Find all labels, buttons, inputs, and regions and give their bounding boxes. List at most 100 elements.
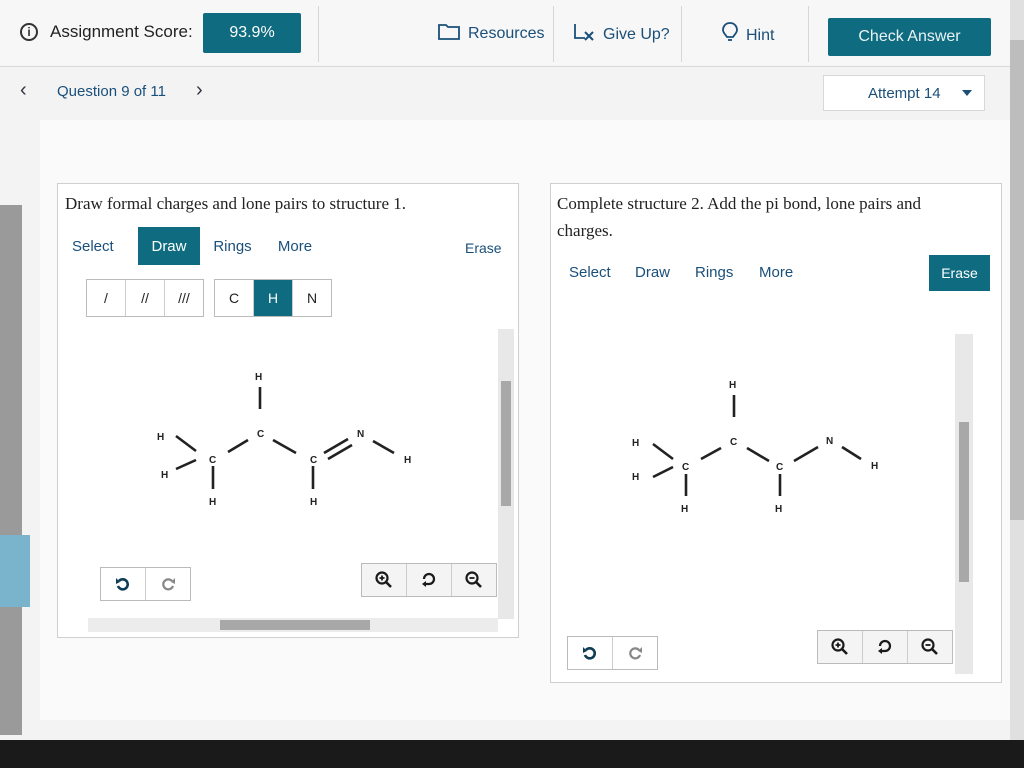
nitrogen-atom-button[interactable]: N [293,280,331,316]
bond-line [652,442,674,461]
atom-c: C [776,462,783,473]
bond-line [227,438,249,454]
erase-button[interactable]: Erase [465,240,502,256]
zoom-out-icon[interactable] [908,631,952,663]
single-bond-button[interactable]: / [87,280,126,316]
atom-c: C [209,455,216,466]
structure-1-panel: Draw formal charges and lone pairs to st… [57,183,519,638]
previous-question-icon[interactable]: ‹ [20,79,27,102]
top-toolbar: i Assignment Score: 93.9% Resources Give… [0,0,1010,67]
question-bar: ‹ Question 9 of 11 › Attempt 14 [0,67,1010,119]
undo-icon[interactable] [568,637,613,669]
atom-h: H [209,497,216,508]
score-value: 93.9% [203,13,301,53]
atom-h: H [255,372,262,383]
screen: i Assignment Score: 93.9% Resources Give… [0,0,1024,740]
zoom-in-icon[interactable] [362,564,407,596]
bond-line [175,458,197,471]
more-tool[interactable]: More [759,264,819,281]
undo-redo-group [100,567,191,601]
redo-icon[interactable] [613,637,657,669]
bond-line [700,446,722,461]
resources-label: Resources [468,24,545,42]
draw-tool[interactable]: Draw [138,227,200,265]
atom-n: N [826,436,833,447]
resources-button[interactable]: Resources [438,22,544,45]
atom-c: C [682,462,689,473]
zoom-in-icon[interactable] [818,631,863,663]
atom-h: H [157,432,164,443]
bond-line [175,434,197,453]
atom-h: H [404,455,411,466]
atom-buttons: C H N [214,279,332,317]
lightbulb-icon [722,22,738,49]
draw-tool[interactable]: Draw [635,264,695,281]
bond-line [841,445,862,461]
give-up-label: Give Up? [603,25,670,43]
vertical-scrollbar[interactable] [955,334,973,674]
next-question-icon[interactable]: › [196,79,203,102]
hint-label: Hint [746,26,775,44]
bond-line [793,445,819,463]
atom-h: H [632,472,639,483]
carbon-atom-button[interactable]: C [215,280,254,316]
zoom-group [361,563,497,597]
atom-h: H [871,461,878,472]
structure-2-panel: Complete structure 2. Add the pi bond, l… [550,183,1002,683]
info-icon[interactable]: i [20,23,38,41]
atom-n: N [357,429,364,440]
divider [318,6,319,62]
structure-1-prompt: Draw formal charges and lone pairs to st… [65,194,406,213]
divider [681,6,682,62]
scrollbar-thumb[interactable] [220,620,370,630]
bond-line [272,438,297,455]
vertical-scrollbar[interactable] [498,329,514,619]
question-counter: Question 9 of 11 [57,83,166,100]
give-up-icon [573,22,595,47]
triple-bond-button[interactable]: /// [165,280,203,316]
horizontal-scrollbar[interactable] [88,618,498,632]
double-bond-button[interactable]: // [126,280,165,316]
scrollbar-thumb[interactable] [959,422,969,582]
divider [553,6,554,62]
atom-h: H [681,504,688,515]
hydrogen-atom-button[interactable]: H [254,280,293,316]
zoom-group [817,630,953,664]
give-up-button[interactable]: Give Up? [573,22,670,47]
structure-2-prompt: Complete structure 2. Add the pi bond, l… [557,194,922,240]
scrollbar-thumb[interactable] [501,381,511,506]
attempt-dropdown[interactable]: Attempt 14 [823,75,985,111]
scrollbar-thumb[interactable] [1010,40,1024,520]
redo-icon[interactable] [146,568,190,600]
structure-1-toolbar: Select Draw Rings More [72,227,325,265]
atom-c: C [257,429,264,440]
atom-c: C [310,455,317,466]
bond-line [652,465,674,479]
atom-h: H [775,504,782,515]
left-scrollbar[interactable] [0,205,22,735]
zoom-reset-icon[interactable] [863,631,908,663]
folder-icon [438,22,460,45]
zoom-out-icon[interactable] [452,564,496,596]
attempt-label: Attempt 14 [868,85,941,102]
zoom-reset-icon[interactable] [407,564,452,596]
atom-h: H [632,438,639,449]
more-tool[interactable]: More [265,238,325,255]
erase-button[interactable]: Erase [929,255,990,291]
atom-h: H [729,380,736,391]
monitor-bezel [0,740,1024,768]
right-scrollbar[interactable] [1010,0,1024,740]
undo-icon[interactable] [101,568,146,600]
atom-c: C [730,437,737,448]
bond-line [372,439,395,455]
atom-h: H [161,470,168,481]
side-tab[interactable] [0,535,30,607]
select-tool[interactable]: Select [72,238,138,255]
check-answer-button[interactable]: Check Answer [828,18,991,56]
structure-2-canvas[interactable]: H H C C H C N H H H [561,334,961,644]
bond-line [746,446,770,463]
select-tool[interactable]: Select [569,264,635,281]
rings-tool[interactable]: Rings [695,264,759,281]
rings-tool[interactable]: Rings [200,238,265,255]
hint-button[interactable]: Hint [722,22,774,49]
